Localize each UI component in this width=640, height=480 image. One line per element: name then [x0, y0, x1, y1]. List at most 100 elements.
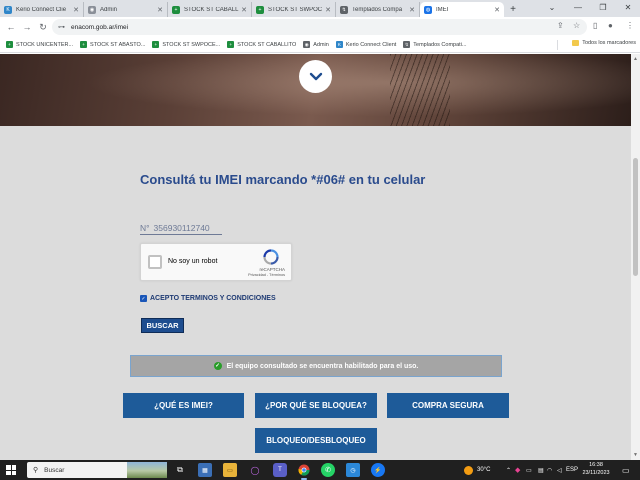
safe-purchase-button[interactable]: COMPRA SEGURA [387, 393, 509, 418]
whatsapp-icon[interactable]: ✆ [321, 463, 335, 477]
language-indicator[interactable]: ESP [566, 460, 578, 480]
reload-icon[interactable]: ↻ [35, 19, 51, 35]
bookmark-admin[interactable]: ◉ Admin [303, 41, 329, 48]
back-icon[interactable]: ← [3, 19, 19, 35]
clock-app-icon[interactable]: ◷ [346, 463, 360, 477]
checkbox-checked-icon[interactable]: ✓ [140, 295, 147, 302]
what-is-imei-button[interactable]: ¿QUÉ ES IMEI? [123, 393, 244, 418]
chevron-down-icon [309, 72, 322, 80]
forward-icon[interactable]: → [19, 19, 35, 35]
tab-search-icon[interactable]: ⌄ [540, 0, 564, 15]
search-button[interactable]: BUSCAR [141, 318, 184, 333]
tab-kerio[interactable]: K Kerio Connect Clie ✕ [0, 2, 84, 17]
search-highlight-image [127, 462, 167, 478]
tray-icon-2[interactable]: ▤ [538, 460, 544, 480]
bookmark-kerio[interactable]: K Kerio Connect Client [335, 41, 396, 48]
restore-icon[interactable]: ❐ [591, 0, 615, 15]
scroll-down-icon[interactable]: ▼ [632, 451, 639, 459]
close-icon[interactable]: ✕ [241, 6, 247, 14]
minimize-icon[interactable]: — [566, 0, 590, 15]
sheets-icon: + [172, 5, 180, 14]
bookmark-stock-swpoce[interactable]: + STOCK ST SWPOCE... [152, 41, 220, 48]
url-text: enacom.gob.ar/imei [71, 23, 129, 31]
weather-widget[interactable]: 30°C [464, 460, 490, 480]
recaptcha-logo-icon [263, 249, 279, 265]
windows-start-icon[interactable] [6, 465, 16, 475]
task-view-icon[interactable]: ⧉ [173, 463, 187, 477]
bookmark-star-icon[interactable]: ☆ [573, 21, 580, 30]
bookmark-stock-unicenter[interactable]: + STOCK UNICENTER... [6, 41, 73, 48]
close-icon[interactable]: ✕ [157, 6, 163, 14]
templados-icon: ↯ [403, 41, 411, 48]
tab-title: Kerio Connect Clie [16, 6, 67, 13]
side-panel-icon[interactable]: ▯ [593, 21, 597, 30]
notifications-icon[interactable]: ▭ [622, 460, 630, 480]
messenger-icon[interactable]: ⚡ [371, 463, 385, 477]
taskbar: ⚲ Buscar ⧉ ▦ ▭ ◯ T ✆ ◷ ⚡ 30°C ⌃ ◆ ▭ ▤ ◠ … [0, 460, 640, 480]
share-icon[interactable]: ⇪ [557, 21, 564, 30]
network-icon[interactable]: ▭ [526, 460, 532, 480]
tab-admin[interactable]: ◉ Admin ✕ [84, 2, 168, 17]
terms-checkbox-row[interactable]: ✓ ACEPTO TERMINOS Y CONDICIONES [140, 295, 276, 302]
wifi-icon[interactable]: ◠ [547, 460, 552, 480]
address-bar[interactable]: ⊶ enacom.gob.ar/imei [52, 19, 587, 35]
tab-strip: K Kerio Connect Clie ✕ ◉ Admin ✕ + STOCK… [0, 0, 640, 17]
tray-app-icon[interactable]: ◆ [515, 460, 520, 480]
close-icon[interactable]: ✕ [409, 6, 415, 14]
why-blocked-button[interactable]: ¿POR QUÉ SE BLOQUEA? [255, 393, 377, 418]
bookmark-stock-caballito[interactable]: + STOCK ST CABALLITO [227, 41, 296, 48]
folder-icon [572, 40, 580, 46]
taskbar-clock[interactable]: 16:38 23/11/2023 [578, 462, 614, 477]
hero-image [0, 54, 631, 126]
block-unblock-button[interactable]: BLOQUEO/DESBLOQUEO [255, 428, 377, 453]
recaptcha-links[interactable]: Privacidad - Términos [248, 273, 285, 277]
calculator-icon[interactable]: ▦ [198, 463, 212, 477]
sheets-icon: + [227, 41, 235, 48]
menu-icon[interactable]: ⋮ [626, 21, 634, 30]
bookmarks-bar: + STOCK UNICENTER... + STOCK ST ABASTO..… [0, 37, 640, 53]
tab-templados[interactable]: ↯ Templados Compa ✕ [336, 2, 420, 17]
close-icon[interactable]: ✕ [325, 6, 331, 14]
result-message: El equipo consultado se encuentra habili… [226, 362, 419, 370]
recaptcha-checkbox[interactable] [148, 255, 162, 269]
tab-stock-caballito[interactable]: + STOCK ST CABALL ✕ [168, 2, 252, 17]
clock-time: 16:38 [589, 462, 603, 468]
page-title: Consultá tu IMEI marcando *#06# en tu ce… [140, 172, 426, 187]
sheets-icon: + [152, 41, 160, 48]
scrollbar-thumb[interactable] [633, 158, 638, 276]
bookmark-label: STOCK UNICENTER... [16, 41, 74, 48]
tab-stock-swpoc[interactable]: + STOCK ST SWPOC ✕ [252, 2, 336, 17]
file-explorer-icon[interactable]: ▭ [223, 463, 237, 477]
all-bookmarks[interactable]: Todos los marcadores [572, 40, 636, 46]
teams-icon[interactable]: T [273, 463, 287, 477]
volume-icon[interactable]: ◁ [557, 460, 562, 480]
close-icon[interactable]: ✕ [494, 6, 500, 14]
new-tab-button[interactable]: + [504, 2, 522, 17]
scroll-up-icon[interactable]: ▲ [632, 55, 639, 63]
terms-label: ACEPTO TERMINOS Y CONDICIONES [150, 295, 276, 302]
admin-icon: ◉ [88, 5, 96, 14]
close-icon[interactable]: ✕ [73, 6, 79, 14]
show-hidden-icons[interactable]: ⌃ [506, 460, 511, 480]
bookmark-label: STOCK ST SWPOCE... [162, 41, 221, 48]
profile-icon[interactable]: ● [608, 21, 613, 30]
admin-icon: ◉ [303, 41, 311, 48]
templados-icon: ↯ [340, 5, 348, 14]
bookmark-templados[interactable]: ↯ Templados Compati... [403, 41, 467, 48]
browser-toolbar: ← → ↻ ⊶ enacom.gob.ar/imei ⇪ ☆ ▯ ● ⋮ [0, 17, 640, 37]
kerio-icon: K [4, 5, 12, 14]
weather-temp: 30°C [477, 467, 491, 473]
site-info-icon[interactable]: ⊶ [58, 23, 66, 31]
tab-imei[interactable]: ◍ IMEI ✕ [420, 2, 504, 17]
window-close-icon[interactable]: ✕ [616, 0, 640, 15]
imei-input[interactable]: N° 356930112740 [140, 222, 222, 235]
recaptcha-widget: No soy un robot reCAPTCHA Privacidad - T… [140, 243, 292, 281]
page-scrollbar[interactable]: ▲ ▼ [631, 54, 640, 460]
page-viewport: Consultá tu IMEI marcando *#06# en tu ce… [0, 54, 631, 460]
globe-icon: ◍ [424, 5, 432, 14]
chrome-icon[interactable] [297, 463, 311, 480]
cortana-icon[interactable]: ◯ [248, 463, 262, 477]
scroll-down-button[interactable] [299, 60, 332, 93]
bookmark-stock-abasto[interactable]: + STOCK ST ABASTO... [80, 41, 145, 48]
taskbar-search[interactable]: ⚲ Buscar [27, 462, 167, 478]
